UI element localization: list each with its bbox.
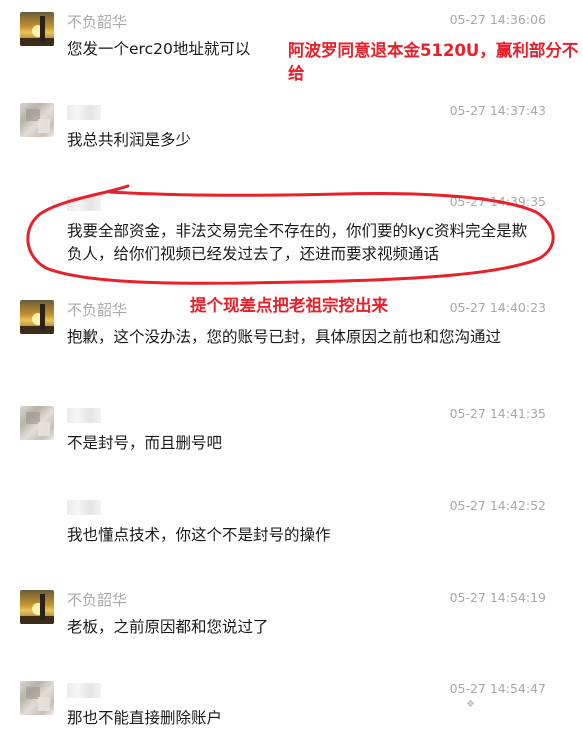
message-text: 不是封号，而且删号吧 bbox=[67, 434, 223, 452]
avatar[interactable] bbox=[20, 406, 54, 440]
sender-name: 不负韶华 bbox=[67, 301, 128, 319]
sender-name-redacted bbox=[67, 196, 101, 211]
message-timestamp: 05-27 14:39:35 bbox=[449, 194, 546, 209]
annotation-refund-note: 阿波罗同意退本金5120U，赢利部分不给 bbox=[288, 41, 579, 83]
sender-name: 不负韶华 bbox=[67, 13, 128, 31]
message-text: 我要全部资金，非法交易完全不存在的，你们要的kyc资料完全是欺负人，给你们视频已… bbox=[67, 222, 528, 263]
message-text: 抱歉，这个没办法，您的账号已封，具体原因之前也和您沟通过 bbox=[67, 328, 502, 346]
annotation-withdraw-note: 提个现差点把老祖宗挖出来 bbox=[190, 296, 388, 315]
message-timestamp: 05-27 14:54:19 bbox=[449, 590, 546, 605]
message-timestamp: 05-27 14:42:52 bbox=[449, 498, 546, 513]
avatar[interactable] bbox=[20, 590, 54, 624]
sender-name-redacted bbox=[67, 683, 101, 698]
message-timestamp: 05-27 14:36:06 bbox=[449, 12, 546, 27]
avatar[interactable] bbox=[20, 12, 54, 46]
message-text: 我也懂点技术，你这个不是封号的操作 bbox=[67, 526, 331, 544]
message-text: 我总共利润是多少 bbox=[67, 131, 192, 149]
chat-transcript: 不负韶华 05-27 14:36:06 您发一个erc20地址就可以 05-27… bbox=[0, 0, 583, 729]
message-timestamp: 05-27 14:54:47 bbox=[449, 681, 546, 696]
avatar[interactable] bbox=[20, 300, 54, 334]
message-text: 那也不能直接删除账户 bbox=[67, 709, 223, 727]
avatar[interactable] bbox=[20, 681, 54, 715]
sender-name-redacted bbox=[67, 408, 101, 423]
sender-name-redacted bbox=[67, 105, 101, 120]
avatar[interactable] bbox=[20, 103, 54, 137]
message-timestamp: 05-27 14:40:23 bbox=[449, 300, 546, 315]
watermark-logo: ❖ bbox=[466, 699, 475, 710]
message-text: 老板，之前原因都和您说过了 bbox=[67, 618, 269, 636]
sender-name: 不负韶华 bbox=[67, 591, 128, 609]
sender-name-redacted bbox=[67, 500, 101, 515]
message-timestamp: 05-27 14:37:43 bbox=[449, 103, 546, 118]
message-timestamp: 05-27 14:41:35 bbox=[449, 406, 546, 421]
